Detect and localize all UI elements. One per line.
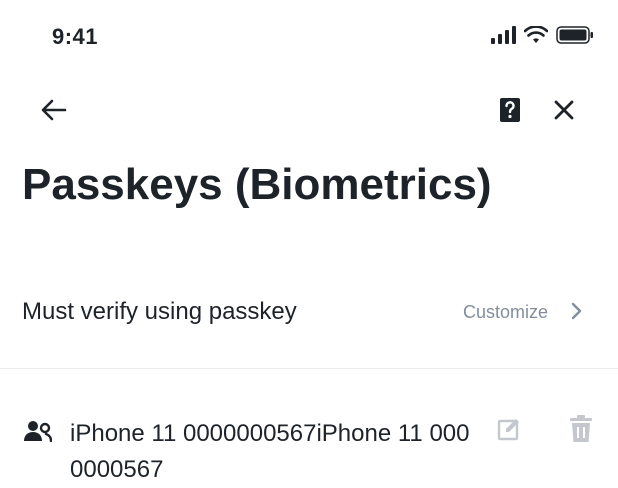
device-name: iPhone 11 0000000567iPhone 11 0000000567	[70, 420, 470, 483]
divider	[0, 368, 618, 369]
passkey-device-row: iPhone 11 0000000567iPhone 11 0000000567	[0, 400, 618, 483]
edit-icon	[497, 419, 519, 441]
help-doc-icon	[500, 98, 520, 122]
help-button[interactable]	[492, 92, 528, 128]
nav-bar	[0, 80, 618, 136]
close-button[interactable]	[546, 92, 582, 128]
wifi-icon	[524, 26, 548, 43]
signal-icon	[491, 26, 516, 44]
page-title: Passkeys (Biometrics)	[22, 160, 492, 209]
status-time: 9:41	[52, 24, 99, 49]
chevron-right-icon	[571, 302, 582, 320]
delete-device-button[interactable]	[566, 412, 596, 446]
verify-setting-label: Must verify using passkey	[22, 298, 297, 325]
back-button[interactable]	[36, 92, 72, 128]
back-arrow-icon	[41, 99, 67, 121]
status-icons	[490, 26, 594, 44]
edit-device-button[interactable]	[494, 414, 524, 444]
users-icon	[24, 421, 52, 442]
verify-setting-row[interactable]: Must verify using passkey Customize	[0, 284, 618, 342]
battery-icon	[556, 26, 593, 44]
customize-link[interactable]: Customize	[463, 302, 548, 323]
trash-icon	[570, 415, 592, 442]
status-bar: 9:41	[0, 0, 618, 70]
close-icon	[554, 100, 574, 120]
